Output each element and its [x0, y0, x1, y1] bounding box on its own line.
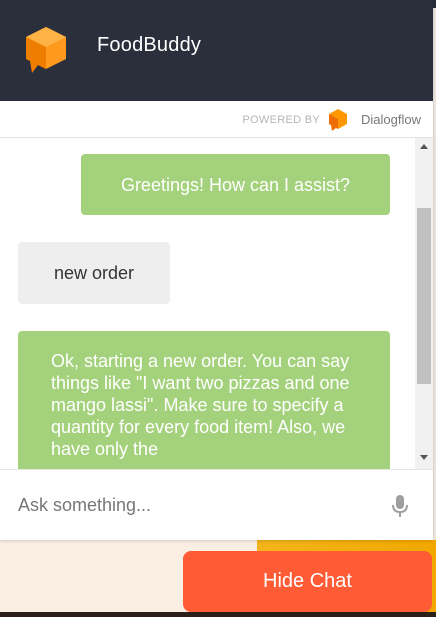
message-list: Greetings! How can I assist? new order O… [0, 138, 433, 469]
app-title: FoodBuddy [97, 34, 202, 56]
background-page-edge [0, 612, 436, 617]
message-input-bar [0, 469, 433, 540]
message-scrollbar[interactable] [415, 138, 433, 469]
bot-message: Greetings! How can I assist? [81, 154, 390, 215]
chat-header: FoodBuddy [0, 0, 433, 101]
dialogflow-icon [329, 109, 347, 131]
hide-chat-button[interactable]: Hide Chat [183, 551, 432, 612]
scrollbar-thumb[interactable] [417, 208, 431, 384]
scroll-up-arrow-icon[interactable] [420, 144, 428, 149]
chat-widget: FoodBuddy POWERED BY Dialogflow Greeting… [0, 0, 433, 540]
bot-message: Ok, starting a new order. You can say th… [18, 331, 390, 469]
powered-by-label: POWERED BY [242, 114, 320, 126]
dialogflow-brand: Dialogflow [361, 112, 421, 127]
powered-by-bar: POWERED BY Dialogflow [0, 101, 433, 138]
user-message: new order [18, 242, 170, 304]
message-input[interactable] [0, 470, 370, 540]
microphone-icon[interactable] [391, 495, 409, 517]
cube-chat-icon [26, 27, 66, 73]
scroll-down-arrow-icon[interactable] [420, 455, 428, 460]
